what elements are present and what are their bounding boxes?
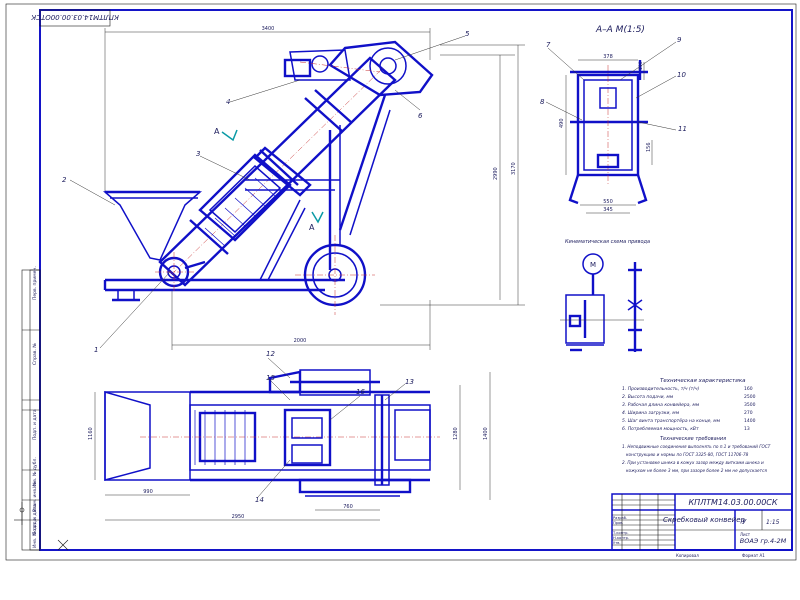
dim-plan-width2: 1280 bbox=[453, 427, 459, 440]
dim-plan-bottom: 760 bbox=[343, 504, 353, 510]
callout-11: 11 bbox=[678, 125, 687, 133]
notes-line: 1. Неподвижные соединения выполнять по п… bbox=[622, 444, 771, 449]
notes-line: 2. При установке шнека в кожух зазор меж… bbox=[622, 460, 764, 465]
left-strip-cell: Инв. № подл. bbox=[32, 517, 38, 548]
specs-title: Техническая характеристика bbox=[660, 378, 746, 384]
side-view: 3400 2990 3170 2000 А А 2 3 4 5 6 1 bbox=[62, 26, 525, 354]
callout-15: 15 bbox=[266, 374, 275, 382]
callout-12: 12 bbox=[266, 350, 275, 358]
section-mark-a1: А bbox=[214, 127, 220, 136]
tech-specs: Техническая характеристика 1. Производит… bbox=[622, 378, 771, 473]
spec-row-label: 3. Рабочая длина конвейера, мм bbox=[622, 402, 700, 408]
dim-plan-width1: 1160 bbox=[88, 427, 94, 440]
callout-13: 13 bbox=[405, 378, 414, 386]
dim-plan-depth: 1400 bbox=[483, 427, 489, 440]
dim-side-height1: 2990 bbox=[493, 167, 499, 180]
spec-row-value: 1400 bbox=[744, 418, 756, 424]
left-strip-cell: Перв. примен. bbox=[32, 266, 38, 300]
spec-row-label: 4. Ширина загрузки, мм bbox=[622, 410, 680, 416]
dim-sec-r1: 156 bbox=[646, 142, 652, 152]
dim-side-base: 2000 bbox=[294, 338, 307, 344]
title-format: Формат А1 bbox=[742, 553, 765, 558]
title-role: Утв. bbox=[613, 541, 621, 545]
notes-line: конструкцию и нормы по ГОСТ 3325-80, ГОС… bbox=[626, 452, 749, 457]
dim-sec-h: 490 bbox=[559, 118, 565, 128]
drawing-sheet: КПЛТМ14.03.00.00ОТСК Перв. примен. Справ… bbox=[5, 3, 797, 561]
dim-sec-b2: 345 bbox=[603, 207, 613, 213]
dim-plan-total: 2950 bbox=[232, 514, 245, 520]
callout-10: 10 bbox=[677, 71, 686, 79]
dim-side-top: 3400 bbox=[262, 26, 275, 32]
title-role: Разраб. bbox=[613, 516, 627, 520]
spec-row-value: 13 bbox=[744, 426, 750, 432]
left-strip: Перв. примен. Справ. № Подп. и дата Инв.… bbox=[21, 266, 41, 551]
section-mark-a2: А bbox=[309, 223, 315, 232]
spec-row-label: 6. Потребляемая мощность, кВт bbox=[622, 426, 699, 432]
kinematic-scheme: Кинематическая схема привода М bbox=[560, 239, 650, 352]
title-block: Разраб. Пров. Т.контр. Н.контр. Утв. КПЛ… bbox=[611, 493, 793, 558]
spec-row-value: 160 bbox=[744, 386, 753, 392]
section-aa: А–А М(1:5) 378 490 156 550 345 190 7 8 9… bbox=[540, 25, 687, 214]
callout-9: 9 bbox=[677, 36, 682, 44]
dim-side-height2: 3170 bbox=[511, 162, 517, 175]
title-scale: 1:15 bbox=[766, 519, 780, 526]
spec-row-value: 2500 bbox=[744, 394, 756, 400]
section-title: А–А М(1:5) bbox=[595, 25, 645, 35]
spec-row-label: 5. Шаг винта транспортёра на конце, мм bbox=[622, 418, 721, 424]
spec-row-label: 1. Производительность, т/ч (т/ч) bbox=[622, 386, 699, 392]
title-stage: У bbox=[742, 518, 747, 526]
callout-1: 1 bbox=[94, 346, 98, 354]
title-role: Н.контр. bbox=[613, 536, 629, 540]
title-org: ВОАЭ гр.4-2М bbox=[740, 537, 787, 545]
spec-row-value: 3500 bbox=[744, 402, 756, 408]
sheet-outer-border bbox=[5, 3, 797, 561]
top-stamp-text: КПЛТМ14.03.00.00ОТСК bbox=[30, 13, 119, 21]
motor-label: М bbox=[590, 261, 596, 269]
title-code: КПЛТМ14.03.00.00СК bbox=[688, 498, 777, 507]
plan-view: 1160 1280 1400 990 2950 760 12 13 15 16 … bbox=[88, 350, 491, 521]
callout-5: 5 bbox=[465, 30, 470, 38]
spec-row-value: 270 bbox=[744, 410, 753, 416]
callout-16: 16 bbox=[356, 388, 365, 396]
notes-title: Технические требования bbox=[660, 436, 726, 442]
callout-6: 6 bbox=[418, 112, 423, 120]
notes-line: кожухом не более 3 мм, при зазоре более … bbox=[626, 468, 767, 473]
title-role: Пров. bbox=[613, 521, 623, 525]
left-strip-cell: Справ. № bbox=[32, 343, 38, 365]
dim-sec-b1: 550 bbox=[603, 199, 613, 205]
callout-7: 7 bbox=[546, 41, 551, 49]
title-role: Т.контр. bbox=[612, 531, 629, 535]
kinematic-title: Кинематическая схема привода bbox=[565, 239, 650, 245]
title-name: Скребковый конвейер bbox=[663, 516, 745, 524]
callout-3: 3 bbox=[196, 150, 200, 158]
spec-row-label: 2. Высота подачи, мм bbox=[622, 394, 674, 400]
left-strip-cell: Подп. и дата bbox=[32, 409, 38, 440]
callout-14: 14 bbox=[255, 496, 264, 504]
title-copy: Копировал bbox=[676, 553, 699, 558]
callout-8: 8 bbox=[540, 98, 545, 106]
dim-sec-top: 378 bbox=[603, 54, 613, 60]
callout-4: 4 bbox=[226, 98, 230, 106]
callout-2: 2 bbox=[62, 176, 67, 184]
dim-plan-small: 990 bbox=[143, 489, 153, 495]
